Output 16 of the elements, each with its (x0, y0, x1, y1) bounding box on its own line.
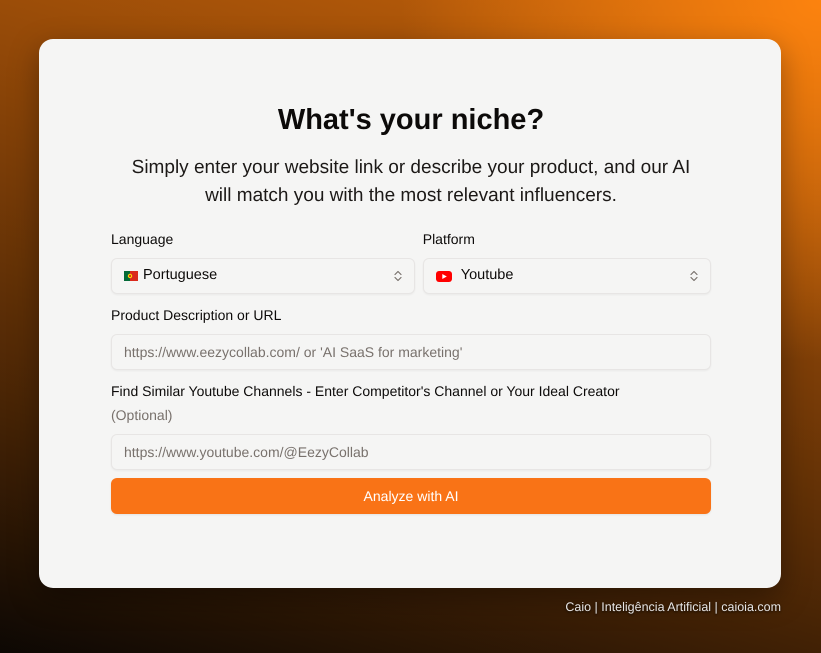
platform-label: Platform (422, 230, 476, 249)
language-select[interactable]: Portuguese (111, 258, 415, 294)
platform-select[interactable]: Youtube (422, 258, 711, 294)
channel-input[interactable]: https://www.youtube.com/@EezyCollab (111, 434, 711, 470)
portugal-flag-icon (124, 271, 138, 281)
form-subtitle: Simply enter your website link or describe your product, and our AI will match you with the most relevant influencers. (130, 156, 692, 208)
form-title: What's your niche? (276, 103, 546, 137)
language-label: Language (111, 230, 174, 249)
chevron-up-down-icon (690, 270, 698, 282)
footer-credit: Caio | Inteligência Artificial | caioia.com (565, 599, 781, 616)
video-play-icon (436, 270, 452, 282)
product-input[interactable]: https://www.eezycollab.com/ or 'AI SaaS for marketing' (111, 334, 711, 370)
similar-channel-label: Find Similar Youtube Channels - Enter Competitor's Channel or Your Ideal Creator (111, 382, 621, 401)
optional-note: (Optional) (111, 406, 174, 425)
product-label: Product Description or URL (111, 306, 282, 325)
chevron-up-down-icon (394, 270, 402, 282)
